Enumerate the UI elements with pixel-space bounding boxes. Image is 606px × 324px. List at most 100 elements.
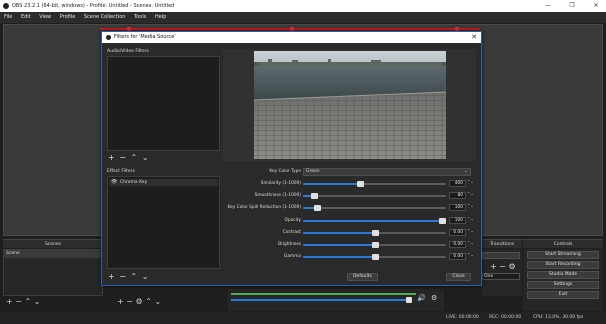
spill-reduction-spinbox[interactable]: 100 — [449, 204, 466, 211]
eye-icon[interactable]: 👁 — [111, 179, 117, 186]
contrast-slider-thumb[interactable] — [372, 230, 379, 236]
brightness-slider-fill — [303, 244, 375, 246]
duration-field[interactable]: One — [482, 273, 520, 280]
move-down-icon[interactable]: ⌄ — [34, 297, 41, 306]
brightness-slider-thumb[interactable] — [372, 242, 379, 248]
audio-video-filters-label: Audio/Video Filters — [107, 49, 149, 54]
filters-dialog: Filters for 'Media Source' ✕ Audio/Video… — [101, 31, 482, 286]
start-recording-button[interactable]: Start Recording — [527, 261, 599, 269]
brightness-spinbox[interactable]: 0.00 — [449, 241, 466, 248]
audio-video-filters-list[interactable] — [107, 56, 220, 151]
opacity-spinbox[interactable]: 100 — [449, 217, 466, 224]
volume-slider[interactable] — [231, 299, 411, 301]
move-up-icon[interactable]: ⌃ — [131, 272, 139, 281]
contrast-stepper-icon[interactable]: ⌃⌄ — [467, 229, 474, 236]
similarity-slider-thumb[interactable] — [357, 181, 364, 187]
move-up-icon[interactable]: ⌃ — [145, 297, 152, 306]
volume-slider-thumb[interactable] — [406, 297, 412, 303]
menu-help[interactable]: Help — [155, 14, 166, 20]
scenes-list[interactable]: Scene — [3, 249, 103, 296]
remove-filter-button[interactable]: − — [119, 272, 127, 281]
move-up-icon[interactable]: ⌃ — [131, 153, 139, 162]
scene-item[interactable]: Scene — [4, 250, 102, 258]
menu-scene-collection[interactable]: Scene Collection — [84, 14, 126, 20]
opacity-slider-thumb[interactable] — [439, 218, 446, 224]
move-up-icon[interactable]: ⌃ — [25, 297, 32, 306]
gamma-spinbox[interactable]: 0.00 — [449, 253, 466, 260]
start-streaming-button[interactable]: Start Streaming — [527, 251, 599, 259]
effect-filter-toolbar: + − ⌃ ⌄ — [108, 272, 149, 281]
menu-tools[interactable]: Tools — [134, 14, 146, 20]
studio-mode-button[interactable]: Studio Mode — [527, 271, 599, 279]
obs-logo-icon — [3, 3, 9, 9]
maximize-button[interactable]: ❐ — [562, 0, 582, 12]
gamma-slider-thumb[interactable] — [372, 254, 379, 260]
smoothness-slider[interactable] — [303, 193, 446, 199]
gear-icon[interactable]: ⚙ — [136, 297, 143, 306]
remove-source-button[interactable]: − — [126, 297, 133, 306]
move-down-icon[interactable]: ⌄ — [142, 272, 150, 281]
speaker-icon[interactable]: 🔊 — [417, 294, 426, 302]
add-filter-button[interactable]: + — [108, 153, 116, 162]
move-down-icon[interactable]: ⌄ — [154, 297, 161, 306]
spill-reduction-stepper-icon[interactable]: ⌃⌄ — [467, 204, 474, 211]
key-color-type-select[interactable]: Green ⌄ — [303, 168, 471, 176]
contrast-slider[interactable] — [303, 230, 446, 236]
menu-edit[interactable]: Edit — [21, 14, 31, 20]
contrast-label: Contrast — [282, 230, 301, 235]
menu-profile[interactable]: Profile — [60, 14, 76, 20]
gamma-slider[interactable] — [303, 254, 446, 260]
close-button[interactable]: Close — [446, 273, 471, 281]
add-source-button[interactable]: + — [117, 297, 124, 306]
status-bar: LIVE: 00:00:00 REC: 00:00:00 CPU: 13.0%,… — [0, 312, 606, 324]
spill-reduction-slider[interactable] — [303, 205, 446, 211]
similarity-label: Similarity (1-1000) — [260, 181, 301, 186]
add-scene-button[interactable]: + — [6, 297, 13, 306]
filter-item-label: Chroma Key — [120, 180, 148, 185]
opacity-stepper-icon[interactable]: ⌃⌄ — [467, 217, 474, 224]
contrast-spinbox[interactable]: 0.00 — [449, 229, 466, 236]
minimize-button[interactable]: — — [538, 0, 558, 12]
similarity-slider[interactable] — [303, 181, 446, 187]
dialog-titlebar: Filters for 'Media Source' ✕ — [102, 32, 481, 43]
remove-scene-button[interactable]: − — [15, 297, 22, 306]
brightness-stepper-icon[interactable]: ⌃⌄ — [467, 241, 474, 248]
close-icon[interactable]: ✕ — [471, 32, 477, 43]
brightness-label: Brightness — [278, 242, 301, 247]
key-color-type-label: Key Color Type — [269, 169, 301, 174]
gamma-stepper-icon[interactable]: ⌃⌄ — [467, 253, 474, 260]
gear-icon[interactable]: ⚙ — [509, 262, 516, 271]
filter-properties: Key Color Type Green ⌄ Similarity (1-100… — [223, 164, 476, 281]
rec-timer: REC: 00:00:00 — [489, 315, 522, 320]
spill-reduction-slider-thumb[interactable] — [314, 205, 321, 211]
similarity-stepper-icon[interactable]: ⌃⌄ — [467, 180, 474, 187]
settings-button[interactable]: Settings — [527, 281, 599, 289]
close-window-button[interactable]: ✕ — [586, 0, 606, 12]
menu-file[interactable]: File — [4, 14, 12, 20]
add-transition-button[interactable]: + — [490, 262, 497, 271]
transition-select[interactable] — [482, 252, 520, 259]
gear-icon[interactable]: ⚙ — [431, 294, 437, 302]
brightness-slider[interactable] — [303, 242, 446, 248]
key-color-type-value: Green — [306, 169, 320, 174]
menu-view[interactable]: View — [39, 14, 51, 20]
gamma-slider-fill — [303, 256, 375, 258]
smoothness-spinbox[interactable]: 80 — [449, 192, 466, 199]
filter-preview-area — [223, 49, 476, 161]
exit-button[interactable]: Exit — [527, 291, 599, 299]
scenes-dock-title: Scenes — [3, 239, 103, 248]
dialog-title: Filters for 'Media Source' — [114, 34, 176, 40]
similarity-spinbox[interactable]: 400 — [449, 180, 466, 187]
smoothness-stepper-icon[interactable]: ⌃⌄ — [467, 192, 474, 199]
defaults-button[interactable]: Defaults — [347, 273, 378, 281]
smoothness-slider-thumb[interactable] — [311, 193, 318, 199]
audio-mixer: 🔊 ⚙ — [228, 289, 444, 311]
effect-filters-label: Effect Filters — [107, 169, 135, 174]
opacity-label: Opacity — [284, 218, 301, 223]
similarity-slider-fill — [303, 183, 360, 185]
remove-transition-button[interactable]: − — [499, 262, 506, 271]
move-down-icon[interactable]: ⌄ — [142, 153, 150, 162]
add-filter-button[interactable]: + — [108, 272, 116, 281]
opacity-slider[interactable] — [303, 218, 446, 224]
remove-filter-button[interactable]: − — [119, 153, 127, 162]
